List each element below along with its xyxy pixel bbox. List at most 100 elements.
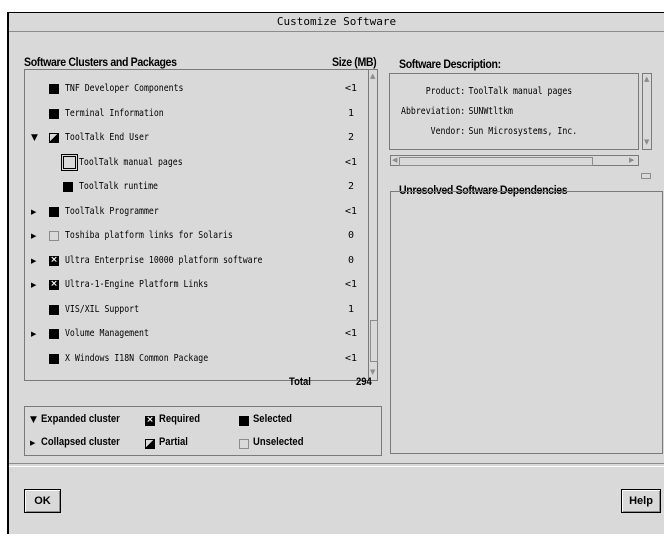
package-size: <1 [344, 352, 358, 364]
description-line: Vendor: Sun Microsystems, Inc. [398, 126, 577, 137]
package-name: TNF Developer Components [65, 83, 184, 94]
total-label: Total [289, 376, 311, 388]
filled-box-icon[interactable] [49, 206, 59, 217]
description-label: Vendor: [430, 126, 466, 137]
half-box-icon[interactable] [49, 133, 59, 143]
scroll-left-icon[interactable]: ◀ [392, 156, 397, 164]
description-label: Product: [425, 86, 466, 97]
triangle-right-icon[interactable]: ▶ [31, 324, 36, 344]
list-item[interactable]: ▶ Volume Management <1 [25, 324, 365, 344]
list-item[interactable]: ▶ × Ultra-1-Engine Platform Links <1 [25, 275, 365, 295]
size-header: Size (MB) [332, 55, 377, 69]
triangle-down-icon[interactable]: ▼ [31, 128, 38, 148]
legend-selected: Selected [253, 413, 292, 425]
triangle-right-icon[interactable]: ▶ [31, 202, 36, 222]
window-title: Customize Software [9, 13, 664, 32]
total-value: 294 [356, 376, 372, 388]
package-name: Toshiba platform links for Solaris [65, 230, 233, 241]
legend-required: Required [159, 413, 201, 425]
package-size: 0 [347, 230, 355, 241]
triangle-down-icon: ▼ [30, 415, 37, 425]
description-line: Abbreviation: SUNWtltkm [398, 106, 513, 117]
package-size: <1 [344, 156, 358, 168]
package-name: Ultra Enterprise 10000 platform software [65, 254, 263, 266]
package-size: 0 [347, 254, 355, 266]
scroll-thumb[interactable] [370, 320, 378, 362]
triangle-right-icon: ▶ [30, 439, 36, 447]
customize-software-window: Customize Software Software Clusters and… [7, 12, 664, 534]
package-list[interactable]: TNF Developer Components <1 Terminal Infor… [24, 69, 369, 381]
package-name: Ultra-1-Engine Platform Links [65, 279, 209, 290]
description-label: Abbreviation: [401, 106, 466, 117]
package-size: <1 [344, 279, 358, 290]
legend-expanded: Expanded cluster [41, 413, 120, 425]
half-box-icon [145, 439, 155, 449]
scroll-down-icon[interactable]: ▼ [370, 368, 375, 376]
triangle-right-icon[interactable]: ▶ [31, 275, 36, 295]
description-hscrollbar[interactable]: ◀ ▶ [390, 155, 639, 166]
list-item[interactable]: Terminal Information 1 [25, 104, 365, 124]
description-line: Product: ToolTalk manual pages [398, 86, 572, 97]
scroll-up-icon[interactable]: ▲ [370, 72, 375, 80]
separator [9, 463, 664, 467]
description-value: SUNWtltkm [468, 106, 513, 117]
filled-box-icon[interactable] [49, 108, 59, 119]
filled-box-icon [239, 416, 249, 426]
package-name: X Windows I18N Common Package [65, 352, 209, 364]
legend-unselected: Unselected [253, 436, 304, 448]
description-value: ToolTalk manual pages [468, 86, 573, 97]
package-size: <1 [344, 328, 358, 339]
empty-box-icon[interactable] [61, 153, 78, 171]
filled-box-icon[interactable] [49, 329, 59, 339]
package-size: <1 [344, 205, 358, 217]
package-size: <1 [344, 83, 358, 94]
legend-partial: Partial [159, 436, 188, 448]
package-size: 2 [347, 181, 355, 192]
filled-box-icon[interactable] [49, 304, 59, 315]
triangle-right-icon[interactable]: ▶ [31, 226, 36, 246]
package-name: ToolTalk End User [65, 132, 149, 143]
package-size: 1 [347, 303, 355, 315]
empty-box-icon[interactable] [49, 231, 59, 241]
x-box-icon[interactable]: × [49, 280, 59, 290]
scroll-right-icon[interactable]: ▶ [629, 156, 634, 164]
legend: ▼ Expanded cluster ▶ Collapsed cluster ×… [24, 406, 382, 456]
description-value: Sun Microsystems, Inc. [468, 126, 578, 137]
description-vscrollbar[interactable]: ▲ ▼ [642, 73, 652, 150]
ok-button[interactable]: OK [24, 489, 61, 513]
x-box-icon[interactable]: × [49, 255, 59, 266]
description-box: Product: ToolTalk manual pages Abbreviatio… [389, 73, 639, 150]
filled-box-icon[interactable] [49, 84, 59, 94]
filled-box-icon[interactable] [63, 182, 73, 192]
list-item[interactable]: ▼ ToolTalk End User 2 [25, 128, 365, 148]
list-item[interactable]: VIS/XIL Support 1 [25, 300, 365, 320]
hscroll-thumb[interactable] [399, 157, 593, 166]
empty-box-icon [239, 439, 249, 449]
package-name: ToolTalk runtime [79, 181, 158, 192]
packages-header: Software Clusters and Packages [24, 55, 177, 69]
package-name: ToolTalk Programmer [65, 205, 159, 217]
list-item[interactable]: ▶ × Ultra Enterprise 10000 platform softwa… [25, 251, 365, 271]
x-box-icon: × [145, 415, 155, 426]
list-item[interactable]: ▶ ToolTalk Programmer <1 [25, 202, 365, 222]
filled-box-icon[interactable] [49, 353, 59, 364]
triangle-right-icon[interactable]: ▶ [31, 251, 36, 271]
list-item[interactable]: ToolTalk manual pages <1 [25, 153, 365, 173]
package-name: VIS/XIL Support [65, 303, 140, 315]
pane-sash[interactable] [641, 173, 651, 179]
package-name: Volume Management [65, 328, 149, 339]
package-size: 2 [347, 132, 355, 143]
help-button[interactable]: Help [621, 489, 661, 513]
list-item[interactable]: TNF Developer Components <1 [25, 79, 365, 99]
list-item[interactable]: ▶ Toshiba platform links for Solaris 0 [25, 226, 365, 246]
package-list-scrollbar[interactable]: ▲ ▼ [368, 69, 378, 381]
package-name: Terminal Information [65, 107, 164, 119]
list-item[interactable]: ToolTalk runtime 2 [25, 177, 365, 197]
legend-collapsed: Collapsed cluster [41, 436, 120, 448]
description-header: Software Description: [399, 57, 501, 71]
scroll-up-icon[interactable]: ▲ [644, 75, 649, 83]
scroll-down-icon[interactable]: ▼ [644, 138, 649, 146]
package-size: 1 [347, 107, 355, 119]
package-name: ToolTalk manual pages [79, 156, 183, 168]
list-item[interactable]: X Windows I18N Common Package <1 [25, 349, 365, 369]
